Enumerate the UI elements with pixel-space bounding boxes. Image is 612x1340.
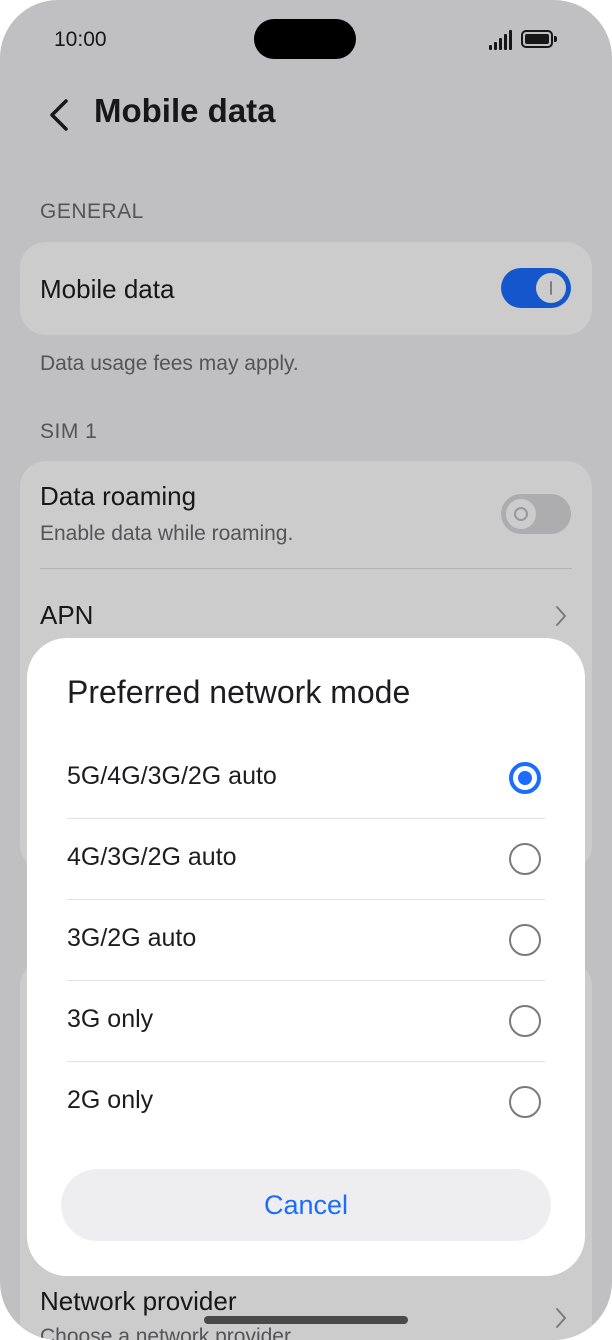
- option-label: 5G/4G/3G/2G auto: [67, 762, 277, 790]
- option-4g-3g-2g-auto[interactable]: 4G/3G/2G auto: [67, 819, 545, 900]
- dialog-title: Preferred network mode: [67, 674, 411, 710]
- preferred-network-dialog: Preferred network mode 5G/4G/3G/2G auto …: [27, 638, 585, 1276]
- radio-unselected-icon[interactable]: [509, 1005, 541, 1037]
- radio-selected-icon[interactable]: [509, 762, 541, 794]
- option-label: 3G/2G auto: [67, 924, 197, 952]
- radio-unselected-icon[interactable]: [509, 843, 541, 875]
- option-label: 4G/3G/2G auto: [67, 843, 237, 871]
- cancel-button[interactable]: Cancel: [61, 1169, 551, 1241]
- phone-screen: 10:00 Mobile data GENERAL Mobile data Da…: [0, 0, 612, 1340]
- option-2g-only[interactable]: 2G only: [67, 1062, 545, 1143]
- option-label: 3G only: [67, 1005, 154, 1033]
- option-3g-2g-auto[interactable]: 3G/2G auto: [67, 900, 545, 981]
- radio-unselected-icon[interactable]: [509, 1086, 541, 1118]
- home-indicator[interactable]: [204, 1316, 408, 1324]
- option-label: 2G only: [67, 1086, 154, 1114]
- option-3g-only[interactable]: 3G only: [67, 981, 545, 1062]
- option-5g-4g-3g-2g-auto[interactable]: 5G/4G/3G/2G auto: [67, 738, 545, 819]
- radio-unselected-icon[interactable]: [509, 924, 541, 956]
